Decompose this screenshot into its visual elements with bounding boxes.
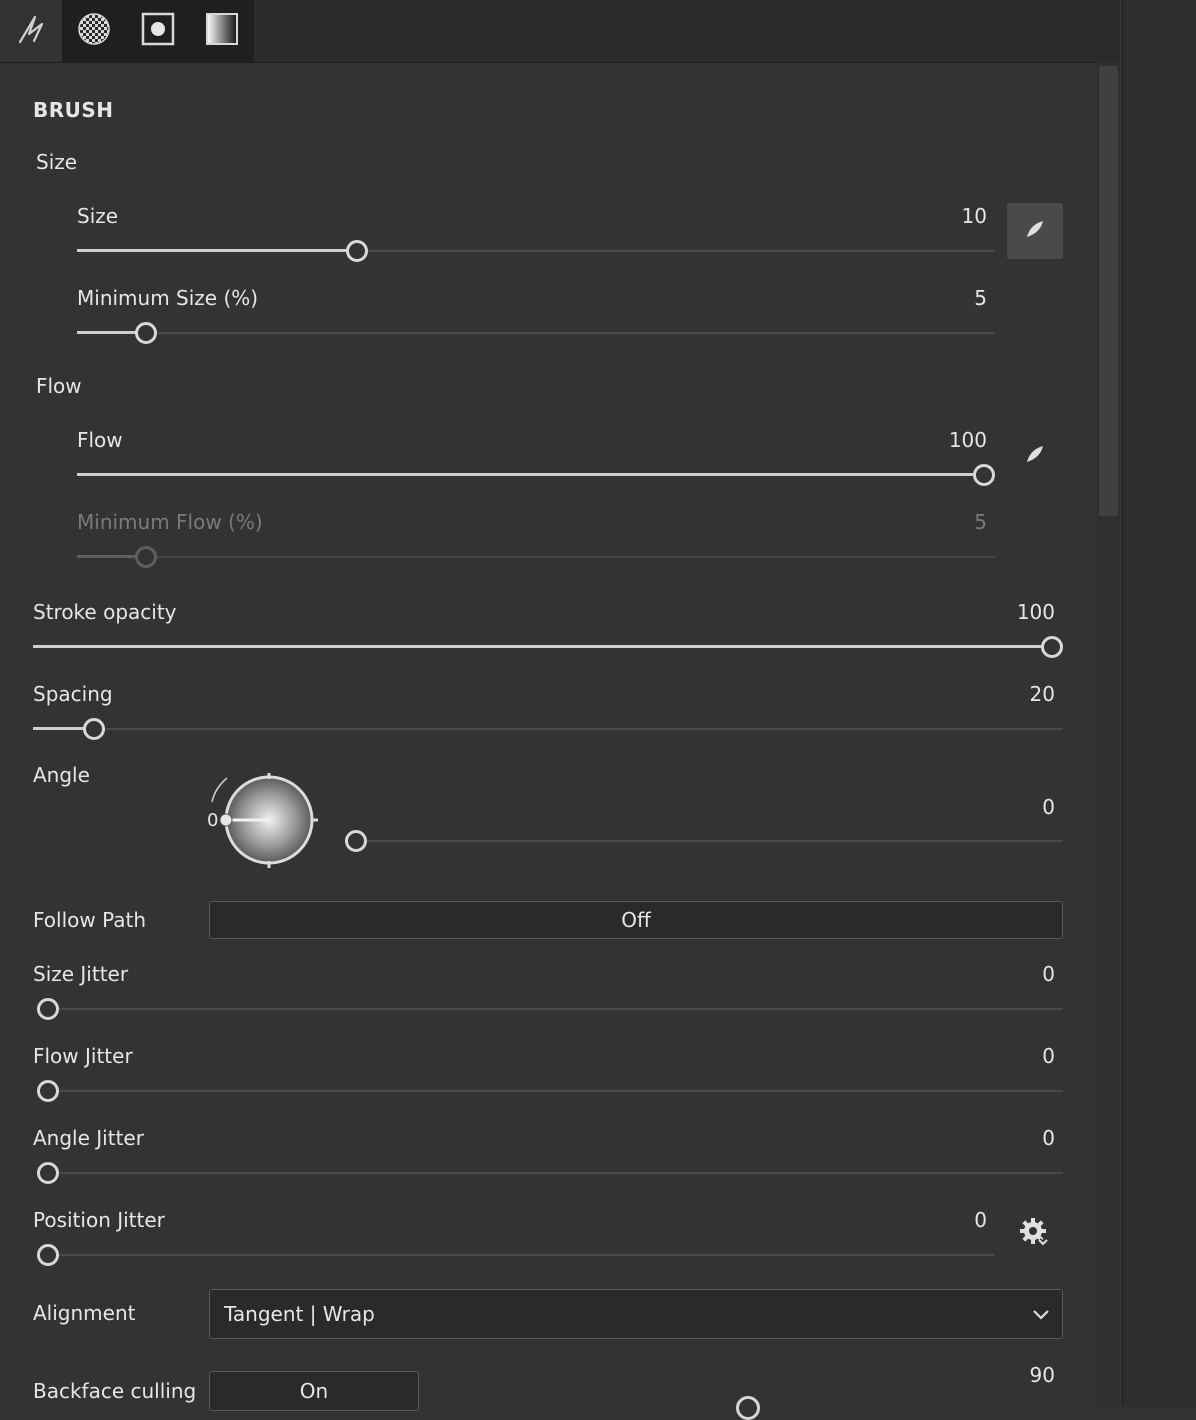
alignment-label: Alignment [33, 1301, 136, 1325]
min-size-value[interactable]: 5 [887, 286, 987, 310]
slider-knob[interactable] [973, 464, 995, 486]
slider-knob[interactable] [135, 322, 157, 344]
position-jitter-label: Position Jitter [33, 1208, 165, 1232]
slider-track [37, 1254, 995, 1256]
slider-track [33, 728, 1063, 730]
backface-culling-value: On [299, 1379, 329, 1403]
size-slider[interactable] [77, 240, 995, 262]
gear-dropdown-icon [1018, 1216, 1052, 1254]
position-jitter-value[interactable]: 0 [887, 1208, 987, 1232]
size-jitter-value[interactable]: 0 [955, 962, 1055, 986]
size-jitter-slider[interactable] [37, 998, 1063, 1020]
scrollbar-thumb[interactable] [1099, 66, 1118, 516]
flow-jitter-slider[interactable] [37, 1080, 1063, 1102]
flow-group-label: Flow [36, 374, 82, 398]
section-title: BRUSH [33, 98, 114, 122]
pen-pressure-flow-button[interactable] [1007, 428, 1063, 484]
slider-track [37, 1172, 1063, 1174]
slider-track [345, 840, 1063, 842]
position-jitter-settings-button[interactable] [1012, 1212, 1058, 1258]
slider-track [77, 332, 995, 334]
position-jitter-slider[interactable] [37, 1244, 995, 1266]
backface-threshold-knob[interactable] [736, 1396, 760, 1420]
flow-jitter-label: Flow Jitter [33, 1044, 133, 1068]
gradient-square-icon [205, 12, 239, 50]
angle-jitter-value[interactable]: 0 [955, 1126, 1055, 1150]
flow-slider[interactable] [77, 464, 995, 486]
spacing-slider[interactable] [33, 718, 1063, 740]
flow-jitter-value[interactable]: 0 [955, 1044, 1055, 1068]
tab-brush[interactable] [0, 0, 64, 62]
min-flow-label: Minimum Flow (%) [77, 510, 263, 534]
pen-pressure-size-button[interactable] [1007, 203, 1063, 259]
pen-nib-icon [1024, 443, 1046, 469]
follow-path-label: Follow Path [33, 908, 147, 932]
slider-knob[interactable] [1041, 636, 1063, 658]
flow-value[interactable]: 100 [887, 428, 987, 452]
follow-path-value: Off [621, 908, 651, 932]
angle-label: Angle [33, 763, 90, 787]
slider-knob[interactable] [83, 718, 105, 740]
slider-knob[interactable] [346, 240, 368, 262]
angle-jitter-label: Angle Jitter [33, 1126, 144, 1150]
follow-path-toggle[interactable]: Off [209, 901, 1063, 939]
flow-label: Flow [77, 428, 123, 452]
size-jitter-label: Size Jitter [33, 962, 129, 986]
backface-culling-toggle[interactable]: On [209, 1371, 419, 1411]
backface-threshold-value[interactable]: 90 [955, 1363, 1055, 1387]
slider-track [37, 1008, 1063, 1010]
size-label: Size [77, 204, 119, 228]
angle-dial[interactable] [204, 770, 324, 874]
slider-knob[interactable] [37, 998, 59, 1020]
slider-fill [77, 473, 975, 476]
checker-pattern-icon [77, 12, 111, 50]
spacing-value[interactable]: 20 [955, 682, 1055, 706]
angle-dial-label: 0 [207, 810, 219, 831]
slider-track [37, 1090, 1063, 1092]
angle-jitter-slider[interactable] [37, 1162, 1063, 1184]
slider-fill [33, 727, 85, 730]
slider-knob[interactable] [345, 830, 367, 852]
slider-knob[interactable] [37, 1080, 59, 1102]
tab-alpha[interactable] [62, 0, 126, 62]
backface-culling-label: Backface culling [33, 1379, 197, 1403]
slider-fill [77, 555, 137, 558]
slider-fill [77, 249, 348, 252]
alignment-dropdown[interactable]: Tangent | Wrap [209, 1289, 1063, 1339]
size-value[interactable]: 10 [887, 204, 987, 228]
min-size-slider[interactable] [77, 322, 995, 344]
angle-value[interactable]: 0 [955, 795, 1055, 819]
slider-fill [77, 331, 137, 334]
min-flow-slider [77, 546, 995, 568]
square-dot-icon [141, 12, 175, 50]
stroke-opacity-slider[interactable] [33, 636, 1063, 658]
slider-fill [33, 645, 1043, 648]
tab-material[interactable] [190, 0, 254, 62]
side-dock [1122, 0, 1196, 1407]
pen-nib-icon [1024, 218, 1046, 244]
stroke-opacity-label: Stroke opacity [33, 600, 177, 624]
min-flow-value: 5 [974, 510, 987, 534]
slider-knob [135, 546, 157, 568]
angle-slider[interactable] [345, 830, 1063, 852]
chevron-down-icon [1032, 1302, 1050, 1326]
slider-track [77, 556, 995, 558]
slider-knob[interactable] [37, 1162, 59, 1184]
alignment-value: Tangent | Wrap [224, 1302, 375, 1326]
min-size-label: Minimum Size (%) [77, 286, 259, 310]
size-group-label: Size [36, 150, 78, 174]
brush-stroke-icon [15, 12, 49, 50]
stroke-opacity-value[interactable]: 100 [955, 600, 1055, 624]
tab-stencil[interactable] [126, 0, 190, 62]
slider-knob[interactable] [37, 1244, 59, 1266]
spacing-label: Spacing [33, 682, 113, 706]
